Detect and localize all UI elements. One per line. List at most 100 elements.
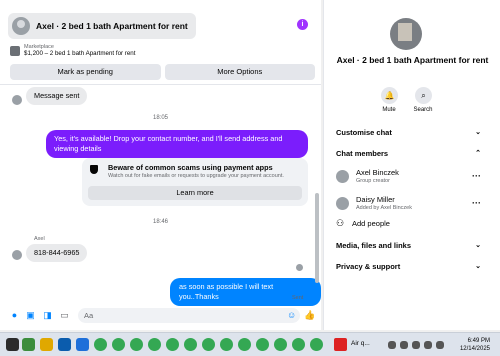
chrome-icon[interactable] <box>310 338 323 351</box>
taskbar: Air q... 6:49 PM 12/14/2025 <box>0 332 500 356</box>
member-name: Daisy Miller <box>356 195 395 204</box>
member-row[interactable]: Daisy Miller Added by Axel Binczek ··· <box>336 195 481 215</box>
more-options-icon[interactable]: ··· <box>472 171 481 181</box>
mark-pending-button[interactable]: Mark as pending <box>10 64 161 80</box>
tray-icon[interactable] <box>412 341 420 349</box>
chrome-icon[interactable] <box>130 338 143 351</box>
clock[interactable]: 6:49 PM 12/14/2025 <box>460 337 490 353</box>
message-bubble[interactable]: as soon as possible I will text you..Tha… <box>170 278 321 306</box>
chrome-icon[interactable] <box>274 338 287 351</box>
air-quality-label[interactable]: Air q... <box>351 340 370 347</box>
member-avatar <box>336 197 349 210</box>
scroll-thumb[interactable] <box>315 193 319 283</box>
chat-info-pane: Axel · 2 bed 1 bath Apartment for rent 🔔… <box>323 0 500 330</box>
member-row[interactable]: Axel Binczek Group creator ··· <box>336 168 481 188</box>
add-people-button[interactable]: ⚇ Add people <box>336 218 390 229</box>
clock-time: 6:49 PM <box>467 338 490 344</box>
member-role: Group creator <box>356 178 390 184</box>
listing-price-title: $1,200 – 2 bed 1 bath Apartment for rent <box>24 50 136 57</box>
tray-icon[interactable] <box>388 341 396 349</box>
chevron-down-icon: ⌄ <box>475 129 481 136</box>
member-name: Axel Binczek <box>356 168 399 177</box>
chat-title: Axel · 2 bed 1 bath Apartment for rent <box>36 21 188 31</box>
app-icon[interactable] <box>22 338 35 351</box>
more-options-button[interactable]: More Options <box>164 64 315 80</box>
microphone-icon[interactable]: ● <box>10 311 19 320</box>
media-files-row[interactable]: Media, files and links ⌄ <box>336 241 481 250</box>
chat-info-title: Axel · 2 bed 1 bath Apartment for rent <box>336 55 489 65</box>
learn-more-button[interactable]: Learn more <box>88 186 302 200</box>
sender-avatar <box>12 250 22 260</box>
message-bubble[interactable]: 818-844-6965 <box>26 244 88 262</box>
scrollbar[interactable] <box>315 88 319 298</box>
chrome-icon[interactable] <box>148 338 161 351</box>
privacy-support-row[interactable]: Privacy & support ⌄ <box>336 262 481 271</box>
chrome-icon[interactable] <box>94 338 107 351</box>
image-icon[interactable]: ▣ <box>26 311 35 320</box>
chrome-icon[interactable] <box>220 338 233 351</box>
search-icon[interactable]: ⌕ <box>415 87 432 104</box>
privacy-support-label: Privacy & support <box>336 262 401 271</box>
gif-icon[interactable]: ▭ <box>60 311 69 320</box>
member-role: Added by Axel Binczek <box>356 205 412 211</box>
bell-icon[interactable]: 🔔 <box>381 87 398 104</box>
listing-thumbnail <box>10 45 20 56</box>
info-icon[interactable]: i <box>297 19 308 30</box>
customise-chat-row[interactable]: Customise chat ⌄ <box>336 128 481 137</box>
chrome-icon[interactable] <box>292 338 305 351</box>
read-receipt-avatar <box>296 264 303 271</box>
chevron-up-icon: ⌃ <box>475 150 481 157</box>
chevron-down-icon: ⌄ <box>475 242 481 249</box>
add-people-label: Add people <box>352 219 390 228</box>
chat-members-row[interactable]: Chat members ⌃ <box>336 149 481 158</box>
add-person-icon: ⚇ <box>336 218 345 228</box>
outlook-icon[interactable] <box>58 338 71 351</box>
air-quality-icon[interactable] <box>334 338 347 351</box>
chevron-down-icon: ⌄ <box>475 263 481 270</box>
timestamp: 18:46 <box>152 219 168 225</box>
search-label: Search <box>413 107 433 113</box>
message-bubble[interactable]: Yes, it's available! Drop your contact n… <box>46 130 308 158</box>
chat-pane: Axel · 2 bed 1 bath Apartment for rent i… <box>0 0 321 330</box>
scam-warning-desc: Watch out for fake emails or requests to… <box>108 173 284 179</box>
start-icon[interactable] <box>6 338 19 351</box>
chat-header: Axel · 2 bed 1 bath Apartment for rent i <box>8 12 314 40</box>
chat-title-button[interactable]: Axel · 2 bed 1 bath Apartment for rent <box>8 13 196 39</box>
timestamp: 18:05 <box>152 115 168 121</box>
header-divider <box>0 84 321 85</box>
sent-status: Sent <box>292 295 304 301</box>
listing-summary[interactable]: Marketplace $1,200 – 2 bed 1 bath Apartm… <box>10 44 135 57</box>
chrome-icon[interactable] <box>256 338 269 351</box>
volume-icon[interactable] <box>436 341 444 349</box>
thumbs-up-icon[interactable]: 👍 <box>304 311 315 320</box>
group-avatar <box>12 17 30 35</box>
mute-label: Mute <box>382 107 396 113</box>
app-icon[interactable] <box>76 338 89 351</box>
sender-avatar <box>12 95 22 105</box>
emoji-icon[interactable]: ☺ <box>287 311 296 320</box>
chrome-icon[interactable] <box>238 338 251 351</box>
chat-members-label: Chat members <box>336 149 389 158</box>
more-options-icon[interactable]: ··· <box>472 198 481 208</box>
sender-name: Axel <box>34 236 45 242</box>
composer: ● ▣ ◨ ▭ Aa ☺ 👍 <box>0 305 321 327</box>
tray-icon[interactable] <box>400 341 408 349</box>
scam-warning-card: Beware of common scams using payment app… <box>82 158 308 206</box>
folder-icon[interactable] <box>40 338 53 351</box>
chat-avatar <box>390 18 422 50</box>
sticker-icon[interactable]: ◨ <box>43 311 52 320</box>
chrome-icon[interactable] <box>112 338 125 351</box>
listing-actions: Mark as pending More Options <box>10 64 315 80</box>
message-bubble[interactable]: Message sent <box>26 87 88 105</box>
shield-icon <box>90 165 98 174</box>
message-input[interactable]: Aa <box>78 308 300 323</box>
member-avatar <box>336 170 349 183</box>
chrome-icon[interactable] <box>166 338 179 351</box>
scam-warning-title: Beware of common scams using payment app… <box>108 163 273 172</box>
wifi-icon[interactable] <box>424 341 432 349</box>
clock-date: 12/14/2025 <box>459 346 490 352</box>
chrome-icon[interactable] <box>202 338 215 351</box>
media-files-label: Media, files and links <box>336 241 412 250</box>
chrome-icon[interactable] <box>184 338 197 351</box>
customise-chat-label: Customise chat <box>336 128 392 137</box>
